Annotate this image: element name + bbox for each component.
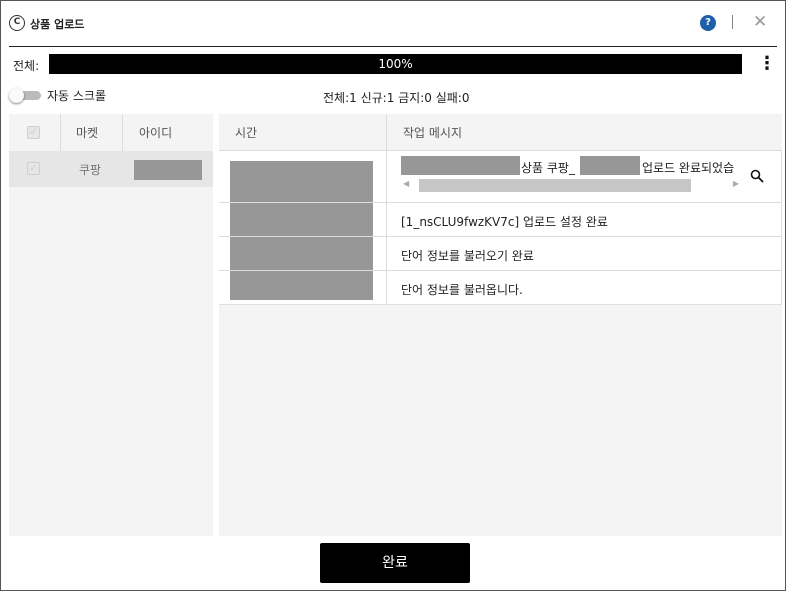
row-divider	[219, 270, 782, 271]
more-vertical-icon[interactable]: ⋮	[758, 54, 776, 76]
column-divider	[386, 114, 387, 305]
message-text: 단어 정보를 불러옵니다.	[401, 283, 523, 297]
column-divider	[122, 114, 123, 151]
row-divider	[219, 202, 782, 203]
redacted-text	[401, 156, 520, 175]
close-button[interactable]: ✕	[753, 12, 767, 32]
header-message: 작업 메시지	[403, 126, 463, 140]
select-all-checkbox[interactable]: ✓	[27, 126, 40, 139]
title-bar: C 상품 업로드 ? ✕	[9, 1, 777, 47]
message-text: [1_nsCLU9fwzKV7c] 업로드 설정 완료	[401, 215, 608, 229]
table-row[interactable]: ✓ 쿠팡	[9, 151, 213, 187]
market-table: ✓ 마켓 아이디 ✓ 쿠팡	[9, 114, 213, 536]
upload-dialog: C 상품 업로드 ? ✕ 전체: 100% ⋮ 자동 스크롤 전체:1 신규:1…	[0, 0, 786, 591]
coupang-logo-icon: C	[9, 15, 25, 31]
overall-progress-bar: 100%	[49, 54, 742, 74]
header-market: 마켓	[76, 126, 99, 140]
title-divider	[732, 15, 733, 29]
log-table-header: 시간 작업 메시지	[219, 114, 782, 151]
redacted-text	[580, 156, 640, 175]
header-id: 아이디	[139, 126, 173, 140]
header-time: 시간	[235, 126, 258, 140]
upload-stats: 전체:1 신규:1 금지:0 실패:0	[323, 91, 470, 105]
log-table-body: 시간 작업 메시지 상품 쿠팡_ 업로드 완료되었습 ◀ ▶ [1_nsCLU9…	[219, 114, 782, 305]
row-divider	[219, 236, 782, 237]
done-button[interactable]: 완료	[320, 543, 470, 583]
row-checkbox[interactable]: ✓	[27, 162, 40, 175]
toggle-knob	[9, 88, 24, 103]
message-text: 상품 쿠팡_	[521, 161, 575, 175]
scrollbar-thumb[interactable]	[419, 179, 691, 192]
message-text: 단어 정보를 불러오기 완료	[401, 249, 534, 263]
progress-label: 전체:	[13, 59, 40, 73]
message-text: 업로드 완료되었습	[642, 161, 735, 175]
window-title: 상품 업로드	[30, 18, 85, 31]
scroll-right-icon[interactable]: ▶	[733, 179, 739, 188]
horizontal-scrollbar[interactable]: ◀ ▶	[401, 177, 741, 194]
redacted-id	[134, 160, 202, 180]
market-table-header: ✓ 마켓 아이디	[9, 114, 213, 151]
market-cell: 쿠팡	[79, 163, 102, 177]
auto-scroll-label: 자동 스크롤	[47, 89, 107, 103]
log-table: 시간 작업 메시지 상품 쿠팡_ 업로드 완료되었습 ◀ ▶ [1_nsCLU9…	[219, 114, 782, 536]
column-divider	[60, 114, 61, 151]
help-button[interactable]: ?	[700, 15, 716, 31]
auto-scroll-toggle[interactable]	[9, 88, 41, 103]
progress-text: 100%	[378, 57, 413, 71]
scroll-left-icon[interactable]: ◀	[403, 179, 409, 188]
redacted-time	[230, 161, 373, 300]
search-icon[interactable]	[750, 169, 764, 183]
